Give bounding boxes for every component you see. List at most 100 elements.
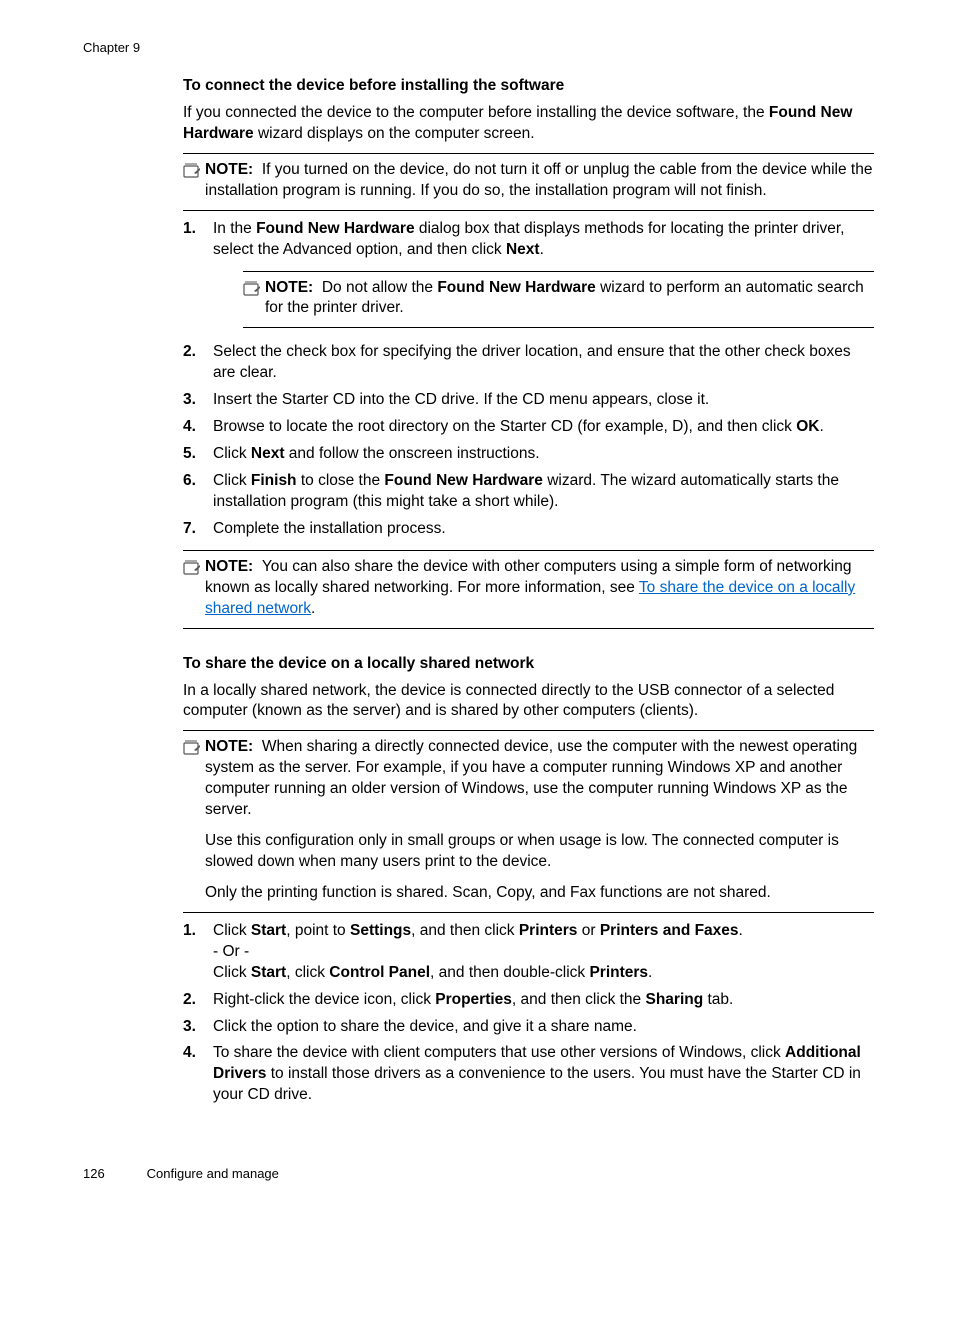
text-fragment: , click	[286, 964, 329, 981]
intro-paragraph: In a locally shared network, the device …	[183, 681, 874, 723]
step-number: 1.	[183, 921, 213, 984]
intro-paragraph: If you connected the device to the compu…	[183, 103, 874, 145]
ordered-steps: 1. In the Found New Hardware dialog box …	[183, 219, 874, 540]
bold-term: Start	[251, 964, 286, 981]
text-fragment: , and then click	[411, 922, 519, 939]
text-fragment: If you turned on the device, do not turn…	[205, 161, 872, 199]
note-icon	[183, 162, 201, 180]
bold-term: Found New Hardware	[256, 220, 414, 237]
section: To share the device on a locally shared …	[183, 655, 874, 1107]
note-text: NOTE: If you turned on the device, do no…	[205, 160, 874, 202]
section-heading: To share the device on a locally shared …	[183, 655, 874, 673]
note-label: NOTE:	[205, 161, 253, 178]
note-label: NOTE:	[205, 558, 253, 575]
step-text: Select the check box for specifying the …	[213, 342, 874, 384]
bold-term: Settings	[350, 922, 411, 939]
note-icon	[183, 739, 201, 757]
text-fragment: .	[739, 922, 743, 939]
step-number: 2.	[183, 342, 213, 384]
step-item: 2. Right-click the device icon, click Pr…	[183, 990, 874, 1011]
page-content: To connect the device before installing …	[83, 77, 874, 1106]
page-footer: 126 Configure and manage	[83, 1166, 874, 1181]
text-fragment: to install those drivers as a convenienc…	[213, 1065, 861, 1103]
step-item: 4. To share the device with client compu…	[183, 1043, 874, 1106]
text-fragment: In the	[213, 220, 256, 237]
note-text: NOTE: When sharing a directly connected …	[205, 737, 874, 821]
bold-term: Start	[251, 922, 286, 939]
text-fragment: , point to	[286, 922, 350, 939]
step-item: 5. Click Next and follow the onscreen in…	[183, 444, 874, 465]
text-fragment: .	[819, 418, 823, 435]
text-fragment: Click	[213, 472, 251, 489]
bold-term: Printers and Faxes	[600, 922, 739, 939]
text-fragment: , and then click the	[512, 991, 646, 1008]
bold-term: Next	[251, 445, 285, 462]
step-text: Complete the installation process.	[213, 519, 874, 540]
bold-term: Printers	[589, 964, 648, 981]
text-fragment: wizard displays on the computer screen.	[254, 125, 535, 142]
note-icon	[243, 280, 261, 298]
section-heading: To connect the device before installing …	[183, 77, 874, 95]
text-fragment: to close the	[297, 472, 385, 489]
step-number: 4.	[183, 417, 213, 438]
text-fragment: Click	[213, 445, 251, 462]
ordered-steps: 1. Click Start, point to Settings, and t…	[183, 921, 874, 1106]
text-fragment: Right-click the device icon, click	[213, 991, 435, 1008]
step-item: 3. Insert the Starter CD into the CD dri…	[183, 390, 874, 411]
step-number: 6.	[183, 471, 213, 513]
text-fragment: or	[577, 922, 599, 939]
step-item: 7. Complete the installation process.	[183, 519, 874, 540]
step-number: 7.	[183, 519, 213, 540]
bold-term: Found New Hardware	[437, 279, 595, 296]
document-page: Chapter 9 To connect the device before i…	[0, 0, 954, 1221]
text-fragment: When sharing a directly connected device…	[205, 738, 857, 818]
footer-section-title: Configure and manage	[147, 1166, 279, 1181]
text-fragment: Browse to locate the root directory on t…	[213, 418, 796, 435]
page-number: 126	[83, 1166, 143, 1181]
text-fragment: .	[648, 964, 652, 981]
bold-term: Found New Hardware	[384, 472, 542, 489]
bold-term: Sharing	[645, 991, 703, 1008]
step-number: 4.	[183, 1043, 213, 1106]
text-fragment: Click	[213, 964, 251, 981]
text-fragment: tab.	[703, 991, 733, 1008]
text-fragment: If you connected the device to the compu…	[183, 104, 769, 121]
chapter-header: Chapter 9	[83, 40, 874, 55]
step-text: Click the option to share the device, an…	[213, 1017, 874, 1038]
step-item: 1. In the Found New Hardware dialog box …	[183, 219, 874, 337]
step-text: Insert the Starter CD into the CD drive.…	[213, 390, 874, 411]
text-fragment: .	[540, 241, 544, 258]
step-item: 1. Click Start, point to Settings, and t…	[183, 921, 874, 984]
text-fragment: .	[311, 600, 315, 617]
or-separator: - Or -	[213, 942, 874, 963]
note-box: NOTE: When sharing a directly connected …	[183, 730, 874, 912]
bold-term: Next	[506, 241, 540, 258]
text-fragment: To share the device with client computer…	[213, 1044, 785, 1061]
bold-term: OK	[796, 418, 819, 435]
step-number: 5.	[183, 444, 213, 465]
step-item: 6. Click Finish to close the Found New H…	[183, 471, 874, 513]
note-text: NOTE: Do not allow the Found New Hardwar…	[265, 278, 874, 320]
step-number: 3.	[183, 390, 213, 411]
step-number: 2.	[183, 990, 213, 1011]
note-text: Only the printing function is shared. Sc…	[205, 883, 874, 904]
note-box: NOTE: You can also share the device with…	[183, 550, 874, 629]
note-box: NOTE: If you turned on the device, do no…	[183, 153, 874, 211]
text-fragment: Do not allow the	[322, 279, 437, 296]
text-fragment: , and then double-click	[430, 964, 589, 981]
note-text: Use this configuration only in small gro…	[205, 831, 874, 873]
step-item: 3. Click the option to share the device,…	[183, 1017, 874, 1038]
bold-term: Finish	[251, 472, 297, 489]
step-item: 4. Browse to locate the root directory o…	[183, 417, 874, 438]
step-item: 2. Select the check box for specifying t…	[183, 342, 874, 384]
bold-term: Control Panel	[329, 964, 430, 981]
step-number: 3.	[183, 1017, 213, 1038]
note-label: NOTE:	[265, 279, 313, 296]
bold-term: Printers	[519, 922, 578, 939]
note-icon	[183, 559, 201, 577]
bold-term: Properties	[435, 991, 512, 1008]
note-text: NOTE: You can also share the device with…	[205, 557, 874, 620]
text-fragment: Click	[213, 922, 251, 939]
note-box: NOTE: Do not allow the Found New Hardwar…	[243, 271, 874, 329]
step-number: 1.	[183, 219, 213, 337]
